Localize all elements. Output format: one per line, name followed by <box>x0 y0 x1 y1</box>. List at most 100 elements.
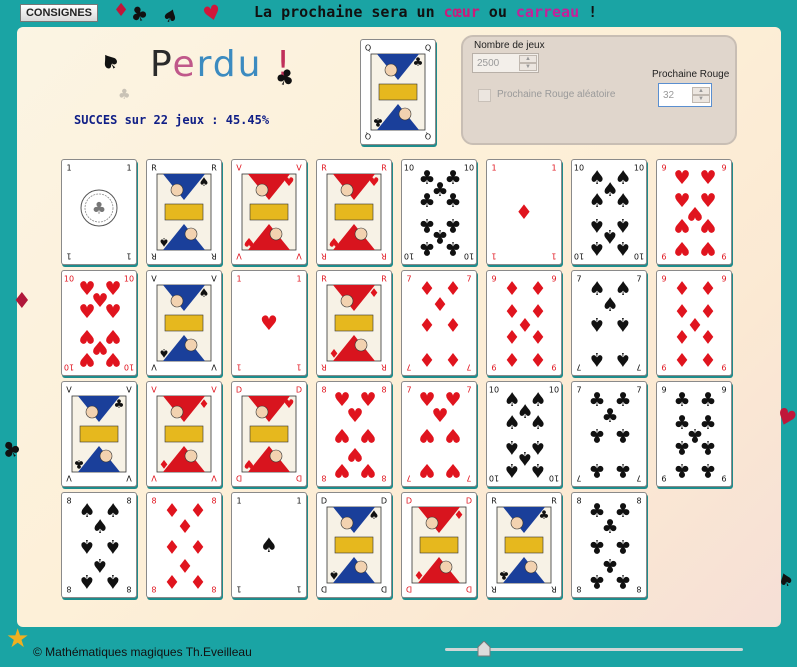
card-rank: 1 <box>491 252 496 261</box>
playing-card[interactable]: 10 10 10 10 ♥ ♥ ♥ ♥ ♥ ♥ ♥ ♥ ♥ ♥ <box>61 270 137 376</box>
card-rank: V <box>296 164 302 173</box>
club-pip-icon: ♣ <box>686 424 703 446</box>
spin-up-icon[interactable]: ▲ <box>519 55 537 63</box>
games-value: 2500 <box>477 57 500 69</box>
playing-card[interactable]: V V V V ♥ ♥ <box>231 159 307 265</box>
playing-card[interactable]: R R R R ♠ ♠ <box>146 159 222 265</box>
spin-down-icon[interactable]: ▼ <box>519 63 537 71</box>
playing-card[interactable]: R R R R ♣ ♣ <box>486 492 562 598</box>
spade-pip-icon: ♠ <box>601 225 618 247</box>
spade-icon: ♠ <box>159 235 170 249</box>
card-rank: 9 <box>551 275 556 284</box>
card-rank: 9 <box>661 275 666 284</box>
card-rank: V <box>211 386 217 395</box>
games-spinner[interactable]: 2500 ▲ ▼ <box>472 53 539 73</box>
heart-icon: ♥ <box>244 457 255 471</box>
consignes-button[interactable]: CONSIGNES <box>20 4 98 22</box>
playing-card[interactable]: V V V V ♠ ♠ <box>146 270 222 376</box>
settings-panel: Nombre de jeux 2500 ▲ ▼ Prochaine Rouge a… <box>461 35 737 145</box>
card-rank: 9 <box>661 386 666 395</box>
card-rank: 1 <box>491 164 496 173</box>
playing-card[interactable]: V V V V ♦ ♦ <box>146 381 222 487</box>
card-rank: 9 <box>491 363 496 372</box>
card-rank: 9 <box>551 363 556 372</box>
card-rank: 1 <box>66 252 71 261</box>
playing-card[interactable]: D D D D ♦ ♦ <box>401 492 477 598</box>
playing-card[interactable]: 7 7 7 7 ♠ ♠ ♠ ♠ ♠ ♠ ♠ <box>571 270 647 376</box>
card-rank: V <box>151 363 157 372</box>
result-letter: u <box>237 44 263 85</box>
card-rank: V <box>66 474 72 483</box>
playing-card[interactable]: 8 8 8 8 ♥ ♥ ♥ ♥ ♥ ♥ ♥ ♥ <box>316 381 392 487</box>
playing-card[interactable]: 8 8 8 8 ♣ ♣ ♣ ♣ ♣ ♣ ♣ ♣ <box>571 492 647 598</box>
card-rank: Q <box>425 44 431 53</box>
playing-card[interactable]: 9 9 9 9 ♦ ♦ ♦ ♦ ♦ ♦ ♦ ♦ ♦ <box>486 270 562 376</box>
result-letter: e <box>172 44 197 85</box>
club-icon: ♣ <box>539 508 550 522</box>
card-rank: R <box>551 497 557 506</box>
diamond-pip-icon: ♦ <box>516 313 533 335</box>
card-rank: R <box>321 275 327 284</box>
card-rank: D <box>236 474 242 483</box>
result-letter: r <box>196 44 213 85</box>
card-rank: R <box>151 164 157 173</box>
card-rank: 7 <box>466 474 471 483</box>
card-rank: R <box>151 252 157 261</box>
card-rank: D <box>321 585 327 594</box>
card-rank: 9 <box>491 275 496 284</box>
club-icon: ♣ <box>499 568 510 582</box>
playing-card[interactable]: 1 1 1 1 ♠ <box>231 492 307 598</box>
playing-card[interactable]: 9 9 9 9 ♥ ♥ ♥ ♥ ♥ ♥ ♥ ♥ ♥ <box>656 159 732 265</box>
playing-card[interactable]: 10 10 10 10 ♣ ♣ ♣ ♣ ♣ ♣ ♣ ♣ ♣ ♣ <box>401 159 477 265</box>
playing-card[interactable]: D D D D ♥ ♥ <box>231 381 307 487</box>
playing-card[interactable]: 8 8 8 8 ♠ ♠ ♠ ♠ ♠ ♠ ♠ ♠ <box>61 492 137 598</box>
playing-card[interactable]: 10 10 10 10 ♠ ♠ ♠ ♠ ♠ ♠ ♠ ♠ ♠ ♠ <box>571 159 647 265</box>
card-rank: 1 <box>551 252 556 261</box>
spade-pip-icon: ♠ <box>516 401 533 423</box>
playing-card[interactable]: 1 1 1 1 ♥ <box>231 270 307 376</box>
playing-card[interactable]: 9 9 9 9 ♣ ♣ ♣ ♣ ♣ ♣ ♣ ♣ ♣ <box>656 381 732 487</box>
playing-card[interactable]: 9 9 9 9 ♦ ♦ ♦ ♦ ♦ ♦ ♦ ♦ ♦ <box>656 270 732 376</box>
spade-pip-icon: ♠ <box>614 348 631 370</box>
spin-up-icon[interactable]: ▲ <box>692 87 710 95</box>
card-rank: D <box>406 497 412 506</box>
playing-card[interactable]: D D D D ♠ ♠ <box>316 492 392 598</box>
card-rank: 7 <box>576 275 581 284</box>
spade-icon: ♠ <box>199 286 210 300</box>
card-rank: 8 <box>321 474 326 483</box>
card-rank: 8 <box>381 474 386 483</box>
diamond-icon: ♦ <box>414 568 425 582</box>
playing-card[interactable]: 1 1 1 1 ♣ <box>61 159 137 265</box>
spin-down-icon[interactable]: ▼ <box>692 95 710 103</box>
heart-icon: ♥ <box>369 175 380 189</box>
playing-card[interactable]: 7 7 7 7 ♥ ♥ ♥ ♥ ♥ ♥ ♥ <box>401 381 477 487</box>
heart-pip-icon: ♥ <box>260 311 278 335</box>
diamond-pip-icon: ♦ <box>503 348 520 370</box>
club-pip-icon: ♣ <box>614 535 631 557</box>
card-rank: 8 <box>576 585 581 594</box>
playing-card[interactable]: 7 7 7 7 ♦ ♦ ♦ ♦ ♦ ♦ ♦ <box>401 270 477 376</box>
card-rank: 7 <box>466 275 471 284</box>
club-pip-icon: ♣ <box>588 535 605 557</box>
playing-card[interactable]: 10 10 10 10 ♠ ♠ ♠ ♠ ♠ ♠ ♠ ♠ ♠ ♠ <box>486 381 562 487</box>
playing-card[interactable]: V V V V ♣ ♣ <box>61 381 137 487</box>
spade-pip-icon: ♠ <box>104 535 121 557</box>
playing-card[interactable]: R R R R ♥ ♥ <box>316 159 392 265</box>
next-red-spinner[interactable]: 32 ▲ ▼ <box>658 83 712 107</box>
random-checkbox[interactable] <box>478 89 491 102</box>
playing-card[interactable]: 8 8 8 8 ♦ ♦ ♦ ♦ ♦ ♦ ♦ ♦ <box>146 492 222 598</box>
spade-pip-icon: ♠ <box>614 313 631 335</box>
heart-pip-icon: ♥ <box>418 459 435 481</box>
playing-card[interactable]: 1 1 1 1 ♦ <box>486 159 562 265</box>
heart-pip-icon: ♥ <box>444 459 461 481</box>
card-rank: D <box>466 497 472 506</box>
playing-card[interactable]: 7 7 7 7 ♣ ♣ ♣ ♣ ♣ ♣ ♣ <box>571 381 647 487</box>
speed-slider-thumb[interactable] <box>477 641 491 657</box>
result-letter: d <box>212 44 238 85</box>
spade-icon: ♠ <box>329 568 340 582</box>
club-icon: ♣ <box>373 115 384 129</box>
card-rank: Q <box>365 44 371 53</box>
heart-pip-icon: ♥ <box>346 405 363 427</box>
playing-card[interactable]: R R R R ♦ ♦ <box>316 270 392 376</box>
heart-pip-icon: ♥ <box>91 336 108 358</box>
